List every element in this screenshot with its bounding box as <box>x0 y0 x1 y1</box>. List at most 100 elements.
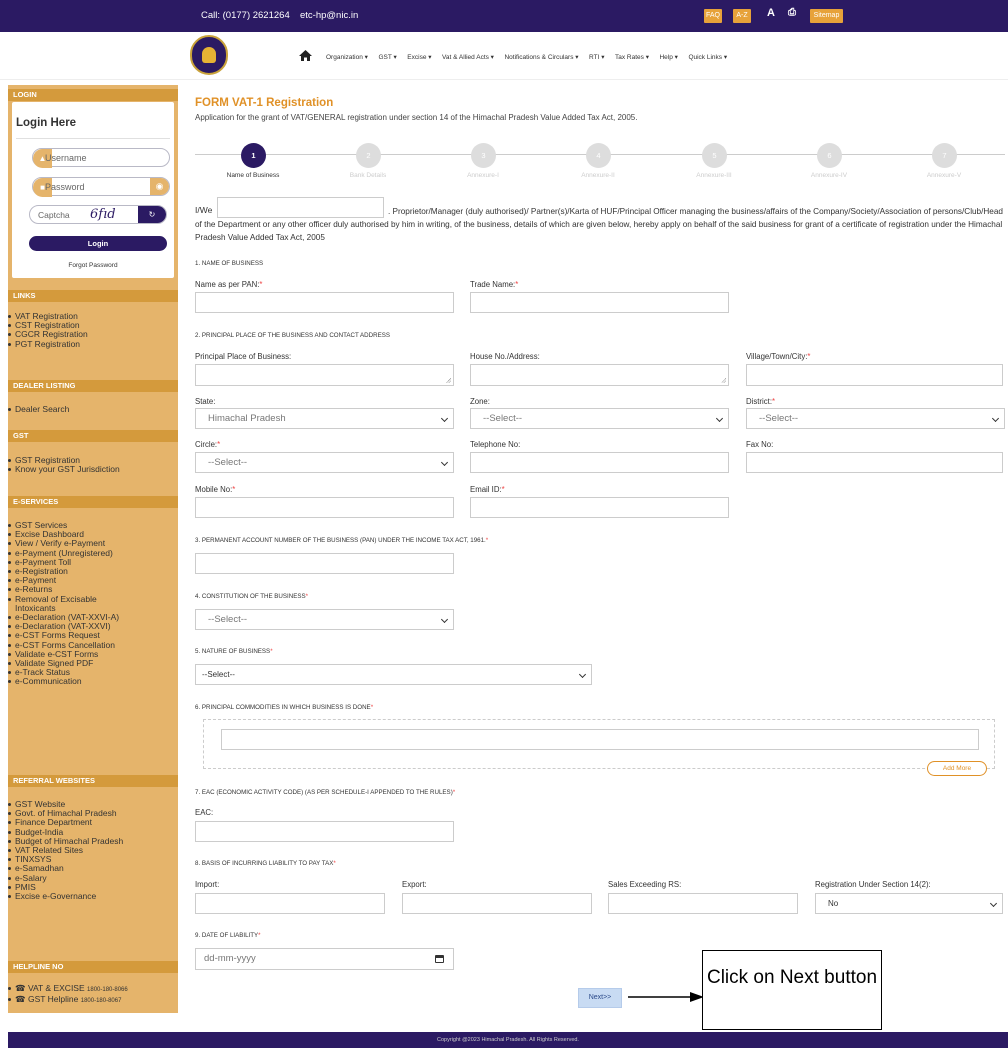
add-more-button[interactable]: Add More <box>927 761 987 776</box>
step-5-label: Annexure-III <box>696 172 732 179</box>
house-address-textarea[interactable] <box>470 364 729 386</box>
login-panel: Login Here ▲ Username ■ Password ◉ Captc… <box>12 102 174 278</box>
sidebar-link-pgt-registration[interactable]: PGT Registration <box>8 339 178 349</box>
eac-input[interactable] <box>195 821 454 842</box>
chevron-down-icon <box>715 414 724 423</box>
village-input[interactable] <box>746 364 1003 386</box>
trade-name-input[interactable] <box>470 292 729 313</box>
faq-button[interactable]: FAQ <box>704 9 722 23</box>
login-title: Login Here <box>16 117 77 129</box>
refresh-icon[interactable]: ↻ <box>138 206 166 223</box>
next-button[interactable]: Next>> <box>578 988 622 1008</box>
dealer-list: Dealer Search <box>8 404 178 414</box>
district-select[interactable]: --Select-- <box>746 408 1005 429</box>
divider <box>16 138 170 139</box>
chevron-down-icon <box>440 414 449 423</box>
principal-place-label: Principal Place of Business: <box>195 352 292 361</box>
sitemap-button[interactable]: Sitemap <box>810 9 843 23</box>
referral-section-header: REFERRAL WEBSITES <box>8 775 178 787</box>
print-icon[interactable]: ⎙ <box>788 7 796 18</box>
nav-notifications-circulars[interactable]: Notifications & Circulars ▾ <box>504 54 578 61</box>
phone-icon: ☎ <box>15 983 28 993</box>
eservices-list: GST Services Excise Dashboard View / Ver… <box>8 520 178 687</box>
az-button[interactable]: A-Z <box>733 9 751 23</box>
step-4-circle[interactable]: 4 <box>586 143 611 168</box>
department-logo[interactable] <box>190 35 228 75</box>
main-navigation: Organization ▾ GST ▾ Excise ▾ Vat & Alli… <box>0 32 1008 80</box>
username-input[interactable]: ▲ Username <box>32 148 170 168</box>
eac-label: EAC: <box>195 808 214 817</box>
pan-input[interactable] <box>195 553 454 574</box>
declaration-text: . Proprietor/Manager (duly authorised)/ … <box>195 207 1003 242</box>
sales-input[interactable] <box>608 893 798 914</box>
step-3-label: Annexure-I <box>467 172 499 179</box>
page-subtitle: Application for the grant of VAT/GENERAL… <box>195 113 638 122</box>
section-7-heading: 7. EAC (ECONOMIC ACTIVITY CODE) (AS PER … <box>195 789 455 796</box>
step-4-label: Annexure-II <box>581 172 615 179</box>
circle-select[interactable]: --Select-- <box>195 452 454 473</box>
page-title: FORM VAT-1 Registration <box>195 97 334 109</box>
name-pan-input[interactable] <box>195 292 454 313</box>
step-2-circle[interactable]: 2 <box>356 143 381 168</box>
email-input[interactable] <box>470 497 729 518</box>
step-1-circle[interactable]: 1 <box>241 143 266 168</box>
nav-vat-allied-acts[interactable]: Vat & Allied Acts ▾ <box>442 54 494 61</box>
eservices-section-header: E-SERVICES <box>8 496 178 508</box>
mobile-label: Mobile No: <box>195 485 235 494</box>
step-7-circle[interactable]: 7 <box>932 143 957 168</box>
footer: Copyright @2023 Himachal Pradesh. All Ri… <box>8 1032 1008 1048</box>
reg14-label: Registration Under Section 14(2): <box>815 880 931 889</box>
chevron-down-icon <box>440 458 449 467</box>
nav-rti[interactable]: RTI ▾ <box>589 54 604 61</box>
captcha-input[interactable]: Captcha 6fıd ↻ <box>29 205 167 224</box>
eye-icon[interactable]: ◉ <box>150 178 169 195</box>
import-label: Import: <box>195 880 220 889</box>
step-3-circle[interactable]: 3 <box>471 143 496 168</box>
sidebar-link-ecommunication[interactable]: e-Communication <box>8 677 178 686</box>
email-label: Email ID: <box>470 485 505 494</box>
section-2-heading: 2. PRINCIPAL PLACE OF THE BUSINESS AND C… <box>195 332 390 339</box>
section-8-heading: 8. BASIS OF INCURRING LIABILITY TO PAY T… <box>195 860 336 867</box>
password-input[interactable]: ■ Password ◉ <box>32 177 170 197</box>
nav-quick-links[interactable]: Quick Links ▾ <box>688 54 727 61</box>
nav-gst[interactable]: GST ▾ <box>378 54 396 61</box>
step-5-circle[interactable]: 5 <box>702 143 727 168</box>
zone-select[interactable]: --Select-- <box>470 408 729 429</box>
helpline-gst: ☎ GST Helpline 1800-180-8067 <box>8 995 178 1006</box>
state-label: State: <box>195 397 216 406</box>
forgot-password-link[interactable]: Forgot Password <box>12 262 174 269</box>
export-input[interactable] <box>402 893 592 914</box>
nav-organization[interactable]: Organization ▾ <box>326 54 368 61</box>
import-input[interactable] <box>195 893 385 914</box>
font-size-button[interactable]: A <box>767 7 775 19</box>
section-6-heading: 6. PRINCIPAL COMMODITIES IN WHICH BUSINE… <box>195 704 373 711</box>
sidebar-link-excise-egovernance[interactable]: Excise e-Governance <box>8 891 178 901</box>
nature-business-select[interactable]: --Select-- <box>195 664 592 685</box>
calendar-icon[interactable] <box>435 955 444 963</box>
fax-input[interactable] <box>746 452 1003 473</box>
nav-tax-rates[interactable]: Tax Rates ▾ <box>615 54 649 61</box>
commodity-input[interactable] <box>221 729 979 750</box>
constitution-select[interactable]: --Select-- <box>195 609 454 630</box>
sidebar-link-gst-jurisdiction[interactable]: Know your GST Jurisdiction <box>8 464 178 474</box>
nav-excise[interactable]: Excise ▾ <box>407 54 431 61</box>
nav-help[interactable]: Help ▾ <box>659 54 677 61</box>
step-2-label: Bank Details <box>349 172 387 179</box>
chevron-down-icon <box>578 670 587 679</box>
name-pan-label: Name as per PAN: <box>195 280 262 289</box>
mobile-input[interactable] <box>195 497 454 518</box>
step-6-circle[interactable]: 6 <box>817 143 842 168</box>
home-icon[interactable] <box>299 50 312 61</box>
section-9-heading: 9. DATE OF LIABILITY <box>195 932 261 939</box>
reg14-select[interactable]: No <box>815 893 1003 914</box>
principal-place-textarea[interactable] <box>195 364 454 386</box>
sidebar-link-dealer-search[interactable]: Dealer Search <box>8 404 178 414</box>
email-link[interactable]: etc-hp@nic.in <box>300 10 358 21</box>
zone-label: Zone: <box>470 397 490 406</box>
helpline-section-header: HELPLINE NO <box>8 961 178 973</box>
state-select[interactable]: Himachal Pradesh <box>195 408 454 429</box>
telephone-input[interactable] <box>470 452 729 473</box>
left-sidebar: LOGIN Login Here ▲ Username ■ Password ◉… <box>8 85 178 1013</box>
date-liability-input[interactable]: dd-mm-yyyy <box>195 948 454 970</box>
login-button[interactable]: Login <box>29 236 167 251</box>
